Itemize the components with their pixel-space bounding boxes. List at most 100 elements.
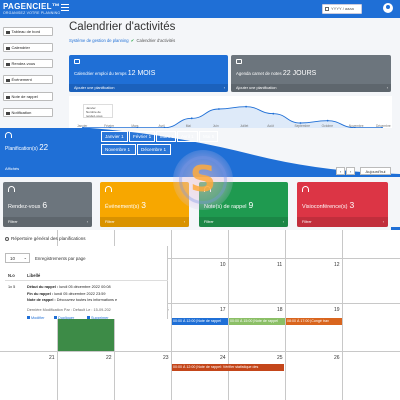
copy-icon xyxy=(54,316,57,319)
info-card-label: Agenda carnet de notes xyxy=(236,71,282,76)
sidebar-item-reminders[interactable]: Note de rappel xyxy=(3,92,53,101)
per-page-select[interactable]: 10 xyxy=(5,253,30,263)
sidebar: Tableau de bord Calendrier Rendez-vous É… xyxy=(0,18,56,128)
info-card-text: Agenda carnet de notes 22 JOURS xyxy=(236,70,316,77)
row-start-label: Début du rappel : xyxy=(27,285,59,289)
month-filter-avril[interactable]: Avril 1 xyxy=(177,131,198,142)
chart-point[interactable] xyxy=(245,105,247,108)
calendar-icon xyxy=(325,7,329,11)
row-note-value: Découvrez toutes les informations e xyxy=(56,298,118,302)
prev-button[interactable]: ‹ xyxy=(336,167,345,175)
day-number[interactable]: 24 xyxy=(220,355,226,361)
calendar-event[interactable]: 00:00 À 15:00 |Note de rappel xyxy=(229,318,285,325)
month-filter-mars[interactable]: Mars 1 xyxy=(156,131,176,142)
sidebar-item-appointments[interactable]: Rendez-vous xyxy=(3,59,53,68)
calendar-icon xyxy=(74,59,80,64)
add-planification-link[interactable]: Ajouter une planification xyxy=(231,84,391,92)
day-number[interactable]: 11 xyxy=(277,262,282,268)
appointment-icon xyxy=(6,62,10,66)
day-number[interactable]: 25 xyxy=(277,355,283,361)
category-label: Événement(s) xyxy=(105,204,140,210)
month-filter-novembre[interactable]: Novembre 1 xyxy=(101,144,136,155)
month-count: 1 xyxy=(163,147,167,152)
gauge-icon xyxy=(302,186,309,192)
brand-logo[interactable]: PAGENCIEL™ ORGANISEZ VOTRE PLANNING xyxy=(3,2,60,15)
sidebar-item-label: Notification xyxy=(11,110,32,115)
column-header-libelle[interactable]: Libellé xyxy=(27,273,40,278)
info-card-text: Calendrier emploi du temps 12 MOIS xyxy=(74,70,155,77)
dashboard-icon xyxy=(6,30,10,34)
date-picker-input[interactable]: YYYY / aaaa xyxy=(322,4,362,14)
row-end-label: Fin du rappel : xyxy=(27,292,54,296)
day-number[interactable]: 23 xyxy=(163,355,169,361)
add-planification-link[interactable]: Ajouter une planification xyxy=(69,84,228,92)
today-button[interactable]: Aujourd'hui xyxy=(360,167,391,175)
grid-line xyxy=(228,230,229,400)
edit-button[interactable]: Modifier xyxy=(27,316,45,320)
gauge-icon xyxy=(8,186,15,192)
user-avatar-icon[interactable] xyxy=(383,3,393,13)
brand-subtitle: ORGANISEZ VOTRE PLANNING xyxy=(3,11,61,15)
category-count: 6 xyxy=(42,200,48,210)
sidebar-item-label: Événement xyxy=(11,77,32,82)
grid-line xyxy=(0,351,400,352)
calendar-event[interactable]: 00:00 À 12:00 |Note de rappel xyxy=(172,318,228,325)
day-number[interactable]: 22 xyxy=(106,355,112,361)
month-count: 1 xyxy=(171,134,175,139)
day-number[interactable]: 12 xyxy=(334,262,340,268)
sidebar-item-calendar[interactable]: Calendrier xyxy=(3,43,53,52)
sidebar-item-label: Tableau de bord xyxy=(11,29,41,34)
sidebar-item-dashboard[interactable]: Tableau de bord xyxy=(3,27,53,36)
watermark-logo: S xyxy=(173,150,233,210)
calendar-event[interactable]: 08:00 À 17:00 |Congé trav xyxy=(286,318,342,325)
month-label: Janvier xyxy=(105,134,120,139)
month-filter-mai[interactable]: Mai 5 xyxy=(199,131,218,142)
filter-link[interactable]: Filtrer xyxy=(199,217,288,227)
menu-toggle-icon[interactable] xyxy=(61,4,69,11)
column-header-number[interactable]: N.o xyxy=(8,273,15,278)
month-filter-decembre[interactable]: Décembre 1 xyxy=(137,144,171,155)
day-number[interactable]: 21 xyxy=(49,355,55,361)
filter-link[interactable]: Filtrer xyxy=(297,217,388,227)
top-navbar: PAGENCIEL™ ORGANISEZ VOTRE PLANNING YYYY… xyxy=(0,0,400,18)
category-count: 3 xyxy=(349,200,355,210)
chart-point[interactable] xyxy=(190,117,193,120)
category-card-videoconference: Visioconférence(s) 3 Filtrer xyxy=(297,182,388,227)
delete-label: Supprimer xyxy=(91,316,109,320)
month-filter-fevrier[interactable]: Février 1 xyxy=(129,131,155,142)
watermark-s-icon: S xyxy=(190,159,216,200)
breadcrumb-root-link[interactable]: Système de gestion de planning xyxy=(69,38,129,43)
notification-icon xyxy=(6,111,10,115)
sidebar-item-notifications[interactable]: Notification xyxy=(3,108,53,117)
month-filter-janvier[interactable]: Janvier 1 xyxy=(101,131,128,142)
category-count: 3 xyxy=(141,200,146,210)
reminder-icon xyxy=(6,95,10,99)
calendar-event[interactable]: 00:00 À 12:00 |Note de rappel: Vérifier … xyxy=(172,364,284,371)
sidebar-item-label: Rendez-vous xyxy=(11,61,36,66)
delete-button[interactable]: Supprimer xyxy=(87,316,109,320)
chart-point[interactable] xyxy=(218,108,220,110)
next-button[interactable]: › xyxy=(346,167,355,175)
planification-label: Planification(s) xyxy=(5,146,38,152)
sidebar-item-events[interactable]: Événement xyxy=(3,75,53,84)
month-label: Février xyxy=(133,134,148,139)
row-end: Fin du rappel : lundi 05 décembre 2022 2… xyxy=(27,292,106,296)
page-title: Calendrier d'activités xyxy=(69,21,176,33)
gauge-icon xyxy=(105,186,112,192)
highlighted-day-cell[interactable] xyxy=(58,319,114,351)
info-card-label: Calendrier emploi du temps xyxy=(74,71,127,76)
filter-link[interactable]: Filtrer xyxy=(100,217,189,227)
breadcrumb-current: Calendrier d'activités xyxy=(136,38,176,43)
day-number[interactable]: 17 xyxy=(220,307,226,313)
chart-point[interactable] xyxy=(326,119,329,122)
breadcrumb: Système de gestion de planning ✔ Calendr… xyxy=(69,38,175,43)
day-number[interactable]: 18 xyxy=(277,307,283,313)
day-number[interactable]: 10 xyxy=(220,262,226,268)
day-number[interactable]: 26 xyxy=(334,355,340,361)
chart-point[interactable] xyxy=(272,112,275,115)
chart-tooltip: Janvier Nombre de rendez-vous xyxy=(83,104,113,118)
row-number: 1x 5 xyxy=(8,285,16,289)
day-number[interactable]: 19 xyxy=(334,307,340,313)
duplicate-button[interactable]: Dupliquer xyxy=(54,316,74,320)
filter-link[interactable]: Filtrer xyxy=(3,217,92,227)
